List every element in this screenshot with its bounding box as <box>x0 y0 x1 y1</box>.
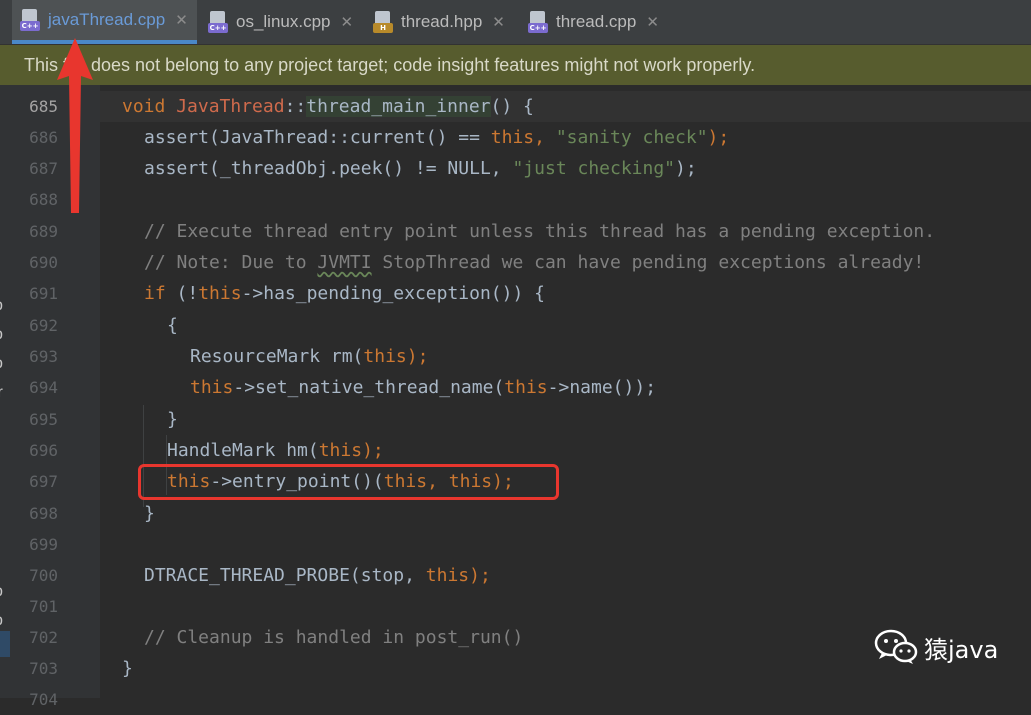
line-number: 697 <box>29 472 58 491</box>
line-number: 700 <box>29 566 58 585</box>
red-arrow-annotation <box>57 38 93 213</box>
tab-label: javaThread.cpp <box>48 10 166 29</box>
code-line-685[interactable]: void JavaThread::thread_main_inner() { <box>122 91 534 122</box>
line-number: 698 <box>29 504 58 523</box>
line-number: 704 <box>29 690 58 709</box>
watermark-text: 猿java <box>924 635 999 664</box>
tab-os-linux-cpp[interactable]: C++ os_linux.cpp ✕ <box>200 0 360 44</box>
tree-item-fragment[interactable]: p <box>0 612 3 630</box>
close-icon[interactable]: ✕ <box>492 13 505 31</box>
code-line-702[interactable]: // Cleanup is handled in post_run() <box>144 622 523 653</box>
tree-item-fragment[interactable]: p <box>0 297 3 315</box>
tab-label: thread.hpp <box>401 12 483 31</box>
tab-thread-hpp[interactable]: H thread.hpp ✕ <box>365 0 520 44</box>
code-line-690[interactable]: // Note: Due to JVMTI StopThread we can … <box>144 247 924 278</box>
project-panel-edge: p p p ir p p <box>0 85 10 698</box>
code-line-687[interactable]: assert(_threadObj.peek() != NULL, "just … <box>144 153 697 184</box>
selected-tree-item[interactable] <box>0 631 10 657</box>
editor-tab-bar: C++ javaThread.cpp ✕ C++ os_linux.cpp ✕ … <box>0 0 1031 45</box>
cpp-file-icon: C++ <box>208 11 228 33</box>
line-number: 696 <box>29 441 58 460</box>
line-number: 694 <box>29 378 58 397</box>
line-number: 691 <box>29 284 58 303</box>
close-icon[interactable]: ✕ <box>646 13 659 31</box>
line-number: 686 <box>29 128 58 147</box>
close-icon[interactable]: ✕ <box>341 13 354 31</box>
highlight-box <box>138 464 559 500</box>
code-line-691[interactable]: if (!this->has_pending_exception()) { <box>144 278 545 309</box>
line-number: 690 <box>29 253 58 272</box>
line-number: 685 <box>29 97 58 116</box>
code-line-695[interactable]: } <box>167 404 178 435</box>
tree-item-fragment[interactable]: p <box>0 326 3 344</box>
line-number: 688 <box>29 190 58 209</box>
line-number: 689 <box>29 222 58 241</box>
code-line-700[interactable]: DTRACE_THREAD_PROBE(stop, this); <box>144 560 491 591</box>
tab-label: thread.cpp <box>556 12 637 31</box>
code-line-703[interactable]: } <box>122 653 133 684</box>
tree-item-fragment[interactable]: ir <box>0 384 3 402</box>
line-number: 703 <box>29 659 58 678</box>
cpp-file-icon: C++ <box>20 9 40 31</box>
code-line-698[interactable]: } <box>144 498 155 529</box>
line-number: 687 <box>29 159 58 178</box>
line-number: 695 <box>29 410 58 429</box>
header-file-icon: H <box>373 11 393 33</box>
tab-javathread-cpp[interactable]: C++ javaThread.cpp ✕ <box>12 0 197 44</box>
close-icon[interactable]: ✕ <box>175 11 188 29</box>
cpp-file-icon: C++ <box>528 11 548 33</box>
tab-thread-cpp[interactable]: C++ thread.cpp ✕ <box>520 0 670 44</box>
code-line-689[interactable]: // Execute thread entry point unless thi… <box>144 216 935 247</box>
tree-item-fragment[interactable]: p <box>0 583 3 601</box>
line-number: 699 <box>29 535 58 554</box>
line-number: 702 <box>29 628 58 647</box>
watermark: 猿java <box>874 628 998 666</box>
line-number: 692 <box>29 316 58 335</box>
code-line-694[interactable]: this->set_native_thread_name(this->name(… <box>190 372 656 403</box>
line-number: 693 <box>29 347 58 366</box>
code-line-693[interactable]: ResourceMark rm(this); <box>190 341 428 372</box>
line-number: 701 <box>29 597 58 616</box>
code-line-686[interactable]: assert(JavaThread::current() == this, "s… <box>144 122 729 153</box>
code-line-696[interactable]: HandleMark hm(this); <box>167 435 384 466</box>
tab-label: os_linux.cpp <box>236 12 331 31</box>
wechat-icon <box>874 629 918 664</box>
tree-item-fragment[interactable]: p <box>0 355 3 373</box>
code-line-692[interactable]: { <box>167 310 178 341</box>
project-target-warning-banner: This file does not belong to any project… <box>0 45 1031 85</box>
